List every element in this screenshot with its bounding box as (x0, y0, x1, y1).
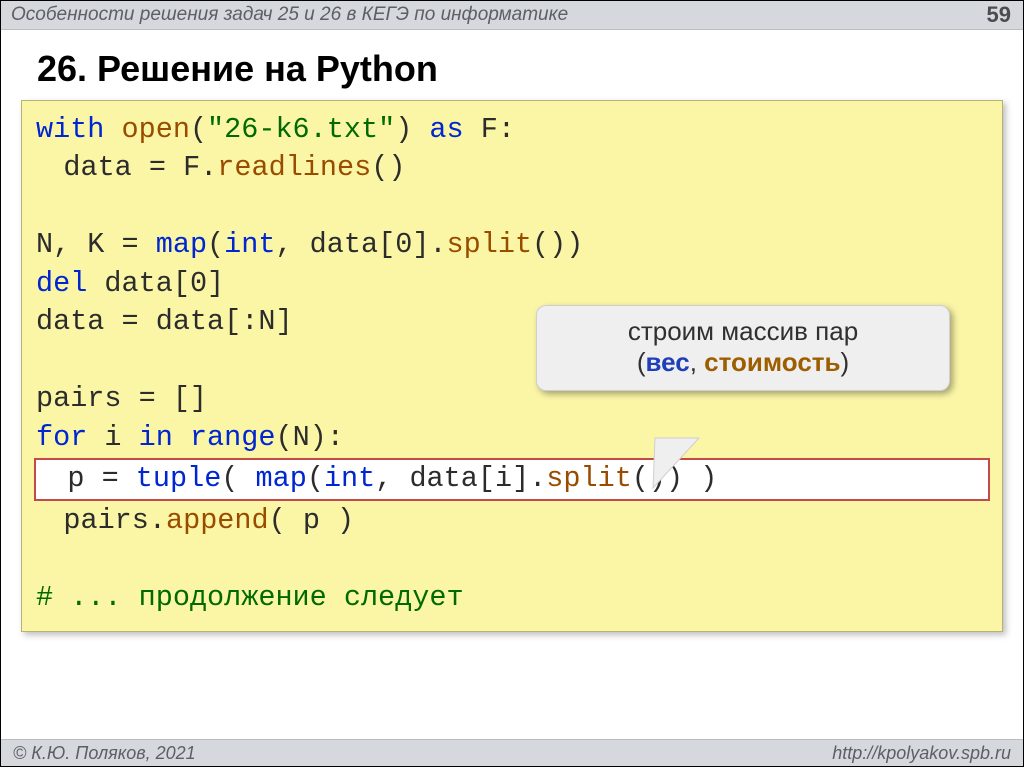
code-token: int (224, 228, 275, 261)
code-token: in (139, 421, 173, 454)
callout-text: строим массив пар (553, 316, 933, 347)
code-token: pairs = [] (36, 382, 207, 415)
code-token: data[ (87, 267, 190, 300)
code-token: ( p ) (269, 504, 355, 537)
callout-open: ( (637, 347, 646, 377)
page-number: 59 (987, 1, 1011, 29)
callout-weight: вес (646, 347, 690, 377)
code-token: , data[i]. (375, 462, 546, 495)
code-token: tuple (136, 462, 222, 495)
main-title: 26. Решение на Python (37, 48, 1023, 90)
code-token: ] (207, 267, 224, 300)
code-token: del (36, 267, 87, 300)
code-token: () (371, 151, 405, 184)
slide: Особенности решения задач 25 и 26 в КЕГЭ… (0, 0, 1024, 767)
code-token: map (156, 228, 207, 261)
code-token: with (36, 113, 122, 146)
code-token: ( (221, 462, 255, 495)
code-token: readlines (217, 151, 371, 184)
code-token: open (122, 113, 190, 146)
code-token: split (447, 228, 533, 261)
code-token: "26-k6.txt" (207, 113, 395, 146)
code-token: i (87, 421, 138, 454)
callout-pair: (вес, стоимость) (553, 347, 933, 378)
code-token: data = F. (63, 151, 217, 184)
code-token: p = (67, 462, 135, 495)
code-token: for (36, 421, 87, 454)
code-token: data = data[:N] (36, 305, 293, 338)
code-token: ( (207, 228, 224, 261)
footer-copyright: © К.Ю. Поляков, 2021 (13, 743, 196, 763)
code-token: as (429, 113, 463, 146)
code-token: ) (395, 113, 429, 146)
code-block: with open("26-k6.txt") as F: data = F.re… (21, 100, 1003, 632)
code-token: int (324, 462, 375, 495)
callout-bubble: строим массив пар (вес, стоимость) (536, 305, 950, 391)
code-token: append (166, 504, 269, 537)
code-token: F: (464, 113, 515, 146)
highlighted-line: p = tuple( map(int, data[i].split()) ) (34, 458, 990, 500)
code-token: ( (190, 113, 207, 146)
footer-site: http://kpolyakov.spb.ru (832, 740, 1011, 766)
footer-bar: © К.Ю. Поляков, 2021 http://kpolyakov.sp… (1, 739, 1023, 766)
code-comment: # ... продолжение следует (36, 581, 464, 614)
code-token: pairs. (63, 504, 166, 537)
callout-close: ) (841, 347, 850, 377)
code-token: N, K = (36, 228, 156, 261)
callout-cost: стоимость (704, 347, 840, 377)
header-title: Особенности решения задач 25 и 26 в КЕГЭ… (11, 4, 568, 25)
code-token: 0 (190, 267, 207, 300)
code-token: , data[ (275, 228, 395, 261)
code-token: ( (307, 462, 324, 495)
code-token: (N): (275, 421, 343, 454)
code-token: map (256, 462, 307, 495)
code-token: range (190, 421, 276, 454)
callout-sep: , (690, 347, 704, 377)
code-token: 0 (395, 228, 412, 261)
code-token (173, 421, 190, 454)
code-token: ()) (532, 228, 583, 261)
code-token: split (546, 462, 632, 495)
code-token: ]. (412, 228, 446, 261)
header-bar: Особенности решения задач 25 и 26 в КЕГЭ… (1, 1, 1023, 30)
